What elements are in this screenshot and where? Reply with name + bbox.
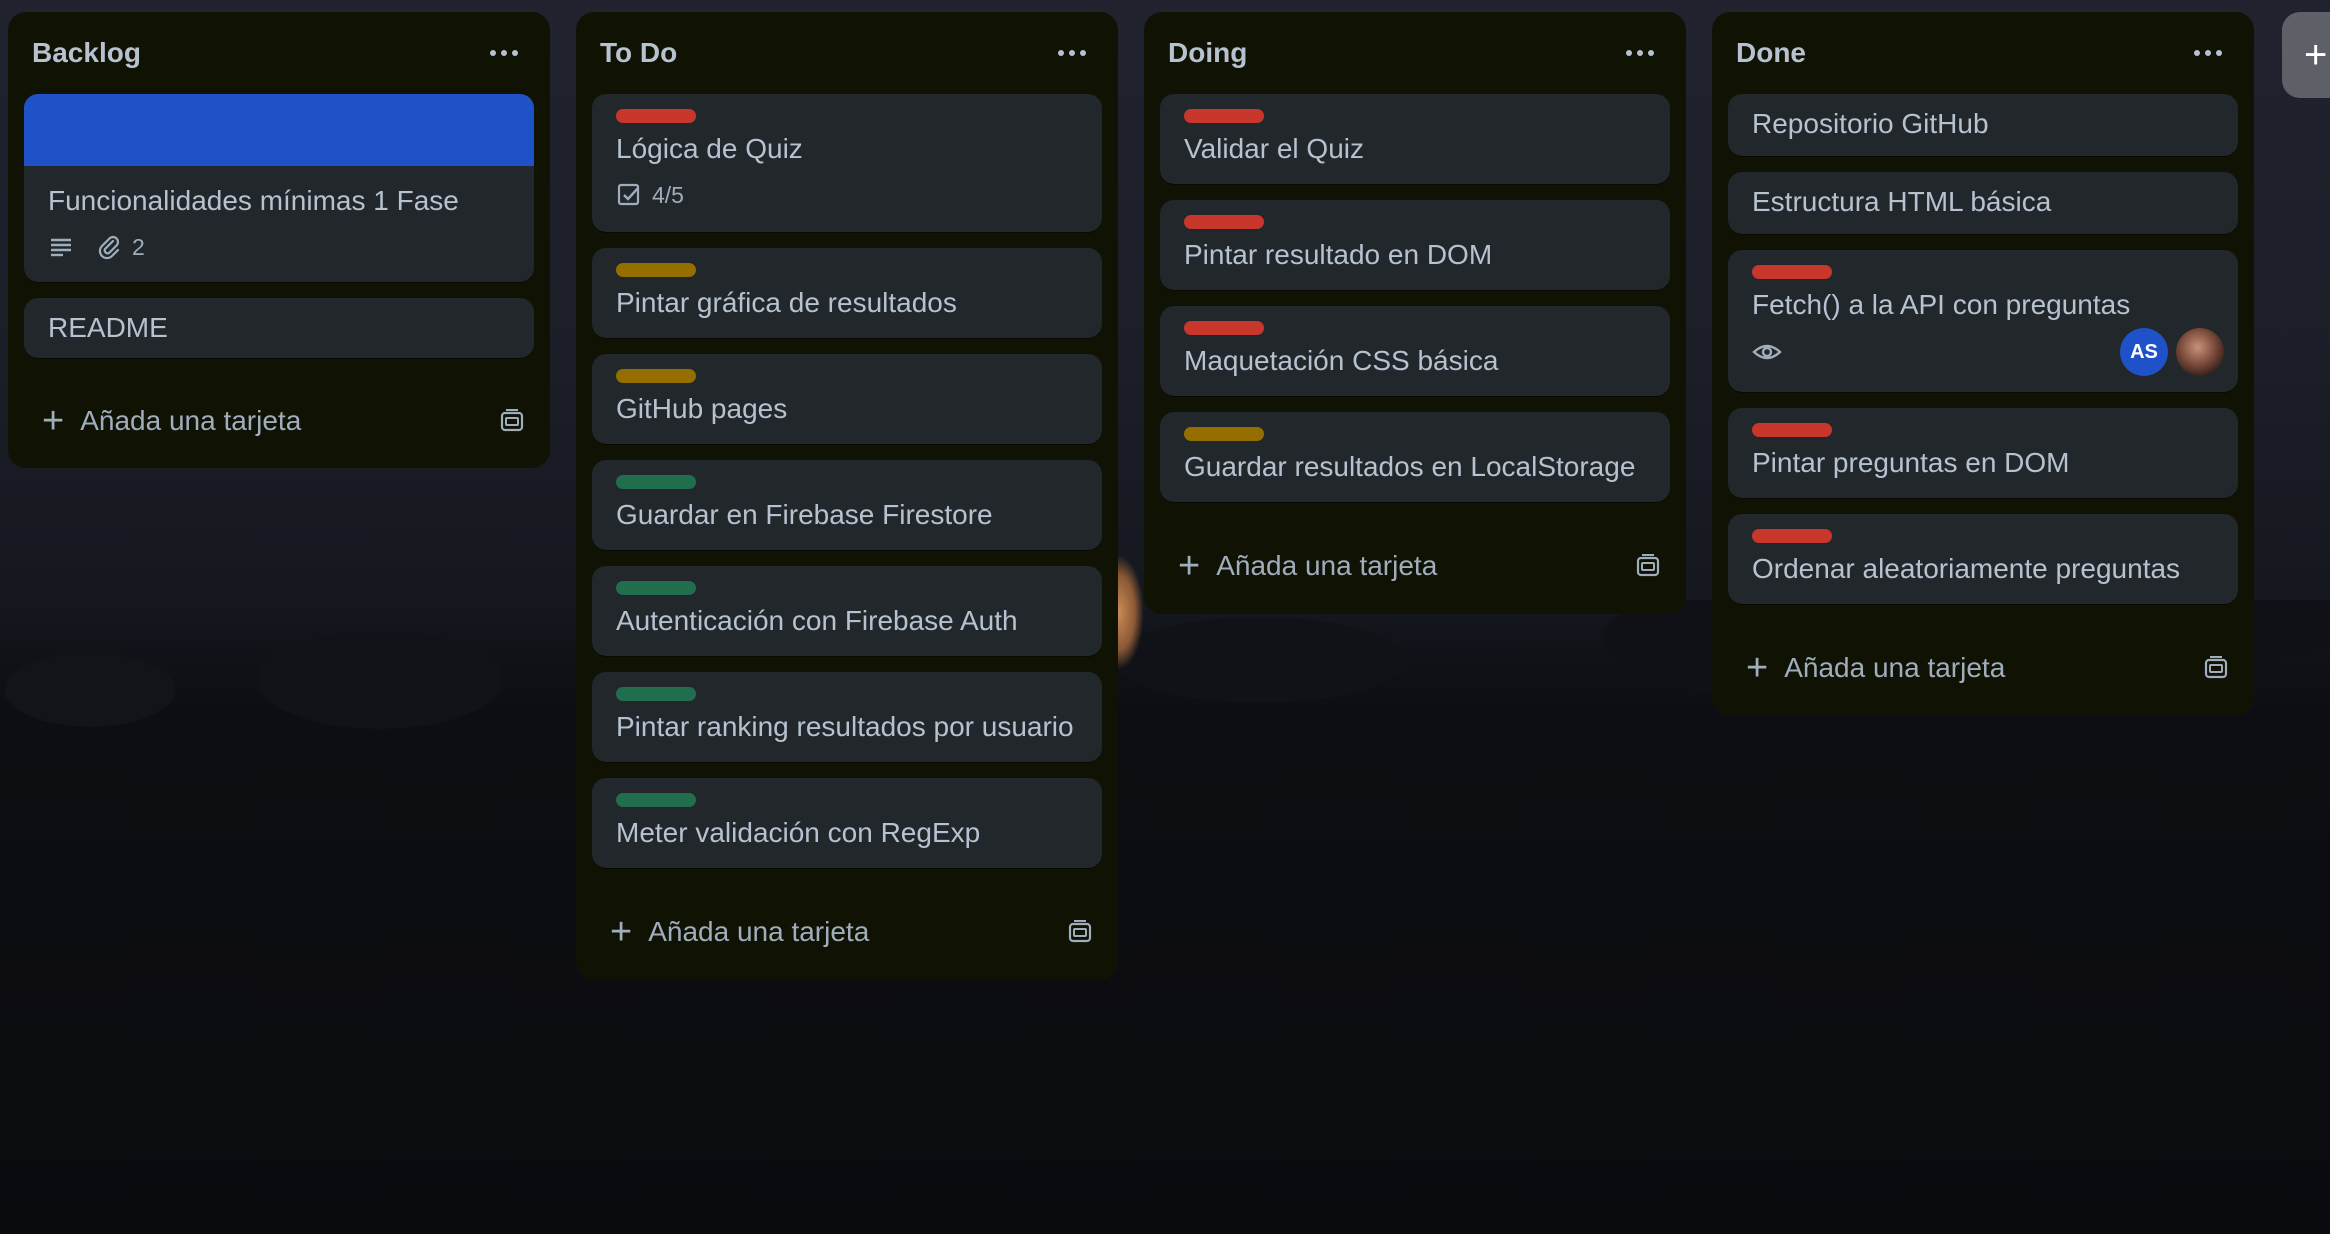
plus-icon: +	[1178, 545, 1201, 587]
card-label-green[interactable]	[616, 475, 696, 489]
description-icon	[48, 234, 74, 260]
add-card-label: Añada una tarjeta	[1784, 652, 2006, 683]
card-ordenar-preguntas[interactable]: Ordenar aleatoriamente preguntas	[1728, 514, 2238, 604]
card-title: Pintar gráfica de resultados	[616, 287, 957, 318]
card-title: Estructura HTML básica	[1752, 186, 2052, 217]
card-title: README	[48, 312, 168, 343]
card-title: Meter validación con RegExp	[616, 817, 981, 848]
list-menu-icon[interactable]	[2186, 31, 2230, 75]
plus-icon: +	[42, 400, 65, 442]
plus-icon: +	[1746, 647, 1769, 689]
card-label-yellow[interactable]	[616, 369, 696, 383]
card-label-green[interactable]	[616, 687, 696, 701]
card-title: Autenticación con Firebase Auth	[616, 605, 1018, 636]
card-label-red[interactable]	[1752, 265, 1832, 279]
card-github-pages[interactable]: GitHub pages	[592, 354, 1102, 444]
card-label-yellow[interactable]	[1184, 427, 1264, 441]
add-card-button[interactable]: + Añada una tarjeta	[610, 913, 869, 951]
card-template-icon[interactable]	[1634, 552, 1662, 580]
card-validar-quiz[interactable]: Validar el Quiz	[1160, 94, 1670, 184]
list-title: Done	[1736, 37, 1806, 68]
list-menu-icon[interactable]	[482, 31, 526, 75]
card-label-red[interactable]	[1184, 109, 1264, 123]
card-readme[interactable]: README	[24, 298, 534, 358]
list-backlog[interactable]: Backlog Funcionalidades mínimas 1 Fase 2…	[8, 12, 550, 468]
member-avatar-photo[interactable]	[2176, 328, 2224, 376]
card-logica-quiz[interactable]: Lógica de Quiz 4/5	[592, 94, 1102, 232]
card-repositorio[interactable]: Repositorio GitHub	[1728, 94, 2238, 156]
card-title: Guardar en Firebase Firestore	[616, 499, 993, 530]
card-estructura-html[interactable]: Estructura HTML básica	[1728, 172, 2238, 234]
checklist-count: 4/5	[652, 181, 684, 208]
card-title: GitHub pages	[616, 393, 788, 424]
card-fetch-api[interactable]: Fetch() a la API con preguntas AS	[1728, 250, 2238, 392]
card-regexp[interactable]: Meter validación con RegExp	[592, 778, 1102, 868]
card-title: Pintar resultado en DOM	[1184, 239, 1493, 270]
card-firebase-auth[interactable]: Autenticación con Firebase Auth	[592, 566, 1102, 656]
checklist-icon	[617, 183, 640, 206]
card-label-red[interactable]	[1184, 321, 1264, 335]
card-pintar-grafica[interactable]: Pintar gráfica de resultados	[592, 248, 1102, 338]
card-ranking[interactable]: Pintar ranking resultados por usuario	[592, 672, 1102, 762]
add-card-button[interactable]: + Añada una tarjeta	[42, 402, 301, 440]
card-title: Fetch() a la API con preguntas	[1752, 289, 2131, 320]
list-menu-icon[interactable]	[1050, 31, 1094, 75]
card-label-green[interactable]	[616, 581, 696, 595]
card-title: Funcionalidades mínimas 1 Fase	[48, 185, 459, 216]
add-card-label: Añada una tarjeta	[1216, 550, 1438, 581]
card-template-icon[interactable]	[2202, 654, 2230, 682]
list-title: Backlog	[32, 37, 141, 68]
card-title: Validar el Quiz	[1184, 133, 1365, 164]
plus-icon: +	[610, 911, 633, 953]
list-todo[interactable]: To Do Lógica de Quiz 4/5 Pintar gráfica …	[576, 12, 1118, 980]
card-firestore[interactable]: Guardar en Firebase Firestore	[592, 460, 1102, 550]
card-maquetacion-css[interactable]: Maquetación CSS básica	[1160, 306, 1670, 396]
list-doing[interactable]: Doing Validar el Quiz Pintar resultado e…	[1144, 12, 1686, 614]
card-pintar-preguntas[interactable]: Pintar preguntas en DOM	[1728, 408, 2238, 498]
card-title: Ordenar aleatoriamente preguntas	[1752, 553, 2181, 584]
card-funcionalidades[interactable]: Funcionalidades mínimas 1 Fase 2	[24, 94, 534, 282]
card-title: Lógica de Quiz	[616, 133, 803, 164]
card-label-red[interactable]	[1752, 529, 1832, 543]
card-title: Guardar resultados en LocalStorage	[1184, 451, 1636, 482]
list-menu-icon[interactable]	[1618, 31, 1662, 75]
card-template-icon[interactable]	[1066, 918, 1094, 946]
member-avatar[interactable]: AS	[2120, 328, 2168, 376]
attachment-badge: 2	[96, 234, 145, 261]
list-header: To Do	[592, 12, 1102, 94]
card-label-green[interactable]	[616, 793, 696, 807]
card-template-icon[interactable]	[498, 407, 526, 435]
card-label-red[interactable]	[616, 109, 696, 123]
list-header: Backlog	[24, 12, 534, 94]
card-cover	[24, 94, 534, 166]
checklist-badge: 4/5	[616, 182, 684, 209]
add-card-label: Añada una tarjeta	[648, 916, 870, 947]
attachment-count: 2	[132, 233, 145, 260]
add-card-label: Añada una tarjeta	[80, 405, 302, 436]
add-card-button[interactable]: + Añada una tarjeta	[1746, 649, 2005, 687]
list-title: Doing	[1168, 37, 1248, 68]
list-done[interactable]: Done Repositorio GitHub Estructura HTML …	[1712, 12, 2254, 716]
card-label-yellow[interactable]	[616, 263, 696, 277]
plus-icon: +	[2304, 32, 2328, 77]
card-localstorage[interactable]: Guardar resultados en LocalStorage	[1160, 412, 1670, 502]
card-label-red[interactable]	[1184, 215, 1264, 229]
list-title: To Do	[600, 37, 678, 68]
card-title: Maquetación CSS básica	[1184, 345, 1499, 376]
card-pintar-resultado[interactable]: Pintar resultado en DOM	[1160, 200, 1670, 290]
add-list-button[interactable]: +	[2282, 12, 2330, 98]
list-header: Doing	[1160, 12, 1670, 94]
card-title: Pintar ranking resultados por usuario	[616, 711, 1074, 742]
list-header: Done	[1728, 12, 2238, 94]
eye-icon	[1752, 344, 1782, 360]
paperclip-icon	[98, 235, 120, 260]
card-title: Pintar preguntas en DOM	[1752, 447, 2070, 478]
add-card-button[interactable]: + Añada una tarjeta	[1178, 547, 1437, 585]
card-title: Repositorio GitHub	[1752, 108, 1989, 139]
card-label-red[interactable]	[1752, 423, 1832, 437]
